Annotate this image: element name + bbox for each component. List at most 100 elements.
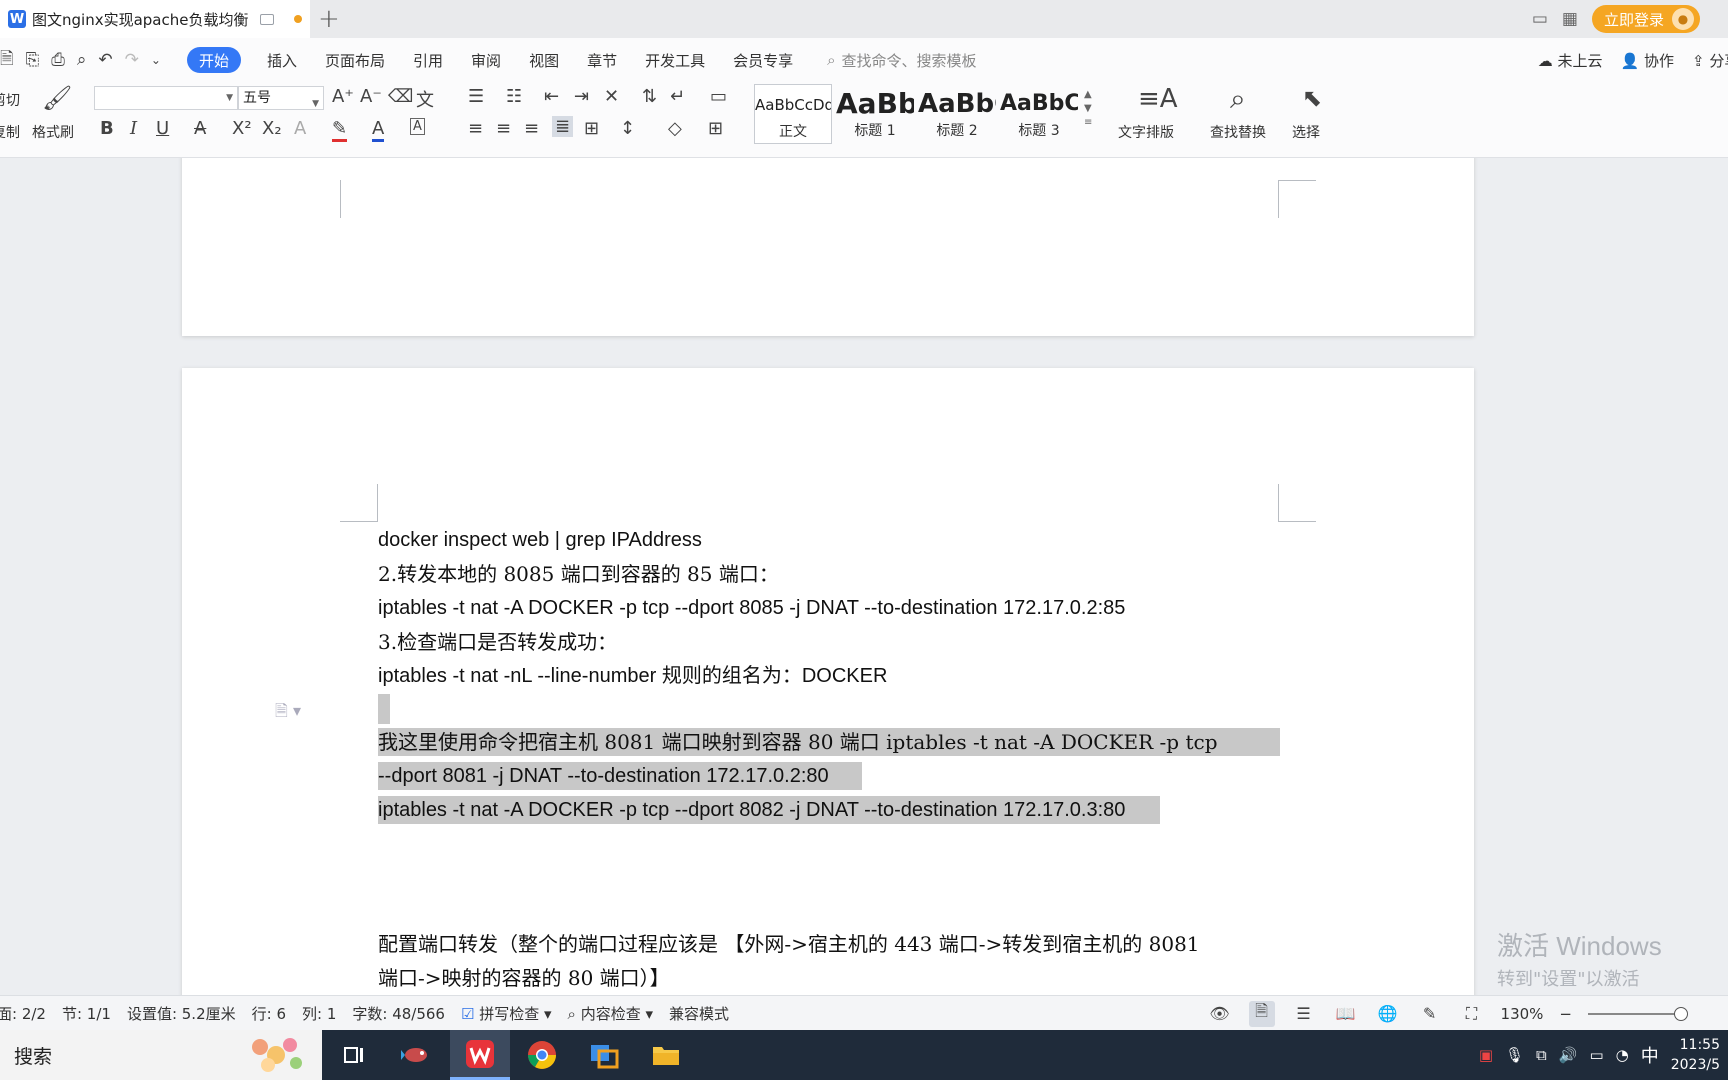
wps-taskbar-icon[interactable] (450, 1030, 510, 1080)
content-check-button[interactable]: ⌕ 内容检查 ▾ (568, 1003, 654, 1024)
battery-icon[interactable]: ▭ (1589, 1046, 1603, 1064)
page-indicator[interactable]: 页面: 2/2 (0, 1003, 46, 1024)
zoom-out-icon[interactable]: − (1559, 1005, 1572, 1023)
borders-icon[interactable]: ⊞ (708, 118, 723, 139)
chrome-icon[interactable] (512, 1030, 572, 1080)
fish-app-icon[interactable] (386, 1030, 446, 1080)
distribute-icon[interactable]: ⊞ (584, 118, 599, 139)
document-tab[interactable]: W 图文nginx实现apache负载均衡 (0, 0, 310, 38)
tab-references[interactable]: 引用 (399, 47, 457, 73)
phonetic-icon[interactable]: 文 (416, 86, 434, 112)
font-size-select[interactable]: 五号 ▼ (238, 86, 324, 110)
shading-icon[interactable]: ◇ (668, 118, 682, 139)
col-indicator[interactable]: 列: 1 (302, 1003, 336, 1024)
cut-button[interactable]: 剪切 (0, 90, 24, 110)
select-button[interactable]: 选择 (1292, 122, 1320, 142)
doc-paragraph[interactable]: 2.转发本地的 8085 端口到容器的 85 端口： (378, 560, 779, 588)
doc-paragraph[interactable]: docker inspect web | grep IPAddress (378, 526, 702, 554)
doc-paragraph[interactable]: 3.检查端口是否转发成功： (378, 628, 617, 656)
tray-app-icon[interactable]: ▣ (1479, 1046, 1493, 1064)
zoom-slider-handle[interactable] (1674, 1006, 1688, 1021)
doc-paragraph-selected[interactable]: 我这里使用命令把宿主机 8081 端口映射到容器 80 端口 iptables … (378, 728, 1280, 756)
remote-desktop-icon[interactable] (574, 1030, 634, 1080)
layout-icon[interactable]: ▭ (1532, 9, 1548, 29)
doc-paragraph-selected[interactable]: --dport 8081 -j DNAT --to-destination 17… (378, 762, 862, 790)
style-heading-2[interactable]: AaBbC 标题 2 (918, 84, 996, 144)
zoom-slider[interactable] (1588, 1006, 1688, 1021)
subscript-icon[interactable]: X₂ (262, 118, 282, 139)
wifi-icon[interactable]: ◔ (1616, 1046, 1629, 1064)
text-layout-button[interactable]: 文字排版 (1118, 122, 1174, 142)
doc-paragraph[interactable]: 配置端口转发（整个的端口过程应该是 【外网->宿主机的 443 端口->转发到宿… (378, 930, 1200, 958)
microphone-icon[interactable]: 🎙 (1505, 1046, 1524, 1064)
row-indicator[interactable]: 行: 6 (252, 1003, 286, 1024)
tab-member[interactable]: 会员专享 (719, 47, 807, 73)
underline-icon[interactable]: U (156, 118, 169, 139)
outline-view-icon[interactable]: ☰ (1291, 1001, 1317, 1027)
share-button[interactable]: ⇪ 分享 (1692, 50, 1728, 71)
justify-icon[interactable]: ≣ (552, 116, 574, 137)
align-center-icon[interactable]: ≡ (496, 118, 511, 139)
section-indicator[interactable]: 节: 1/1 (62, 1003, 111, 1024)
doc-paragraph[interactable]: iptables -t nat -A DOCKER -p tcp --dport… (378, 594, 1125, 622)
clock[interactable]: 11:55 2023/5 (1671, 1035, 1720, 1075)
font-name-select[interactable]: ▼ (94, 86, 238, 110)
copy-button[interactable]: 复制 (0, 122, 24, 142)
web-view-icon[interactable]: 🌐 (1375, 1001, 1401, 1027)
format-painter-icon[interactable]: 🖌 (42, 84, 72, 112)
page-view-icon[interactable]: 🗎 (1248, 1000, 1275, 1027)
ruler-icon[interactable]: ▭ (710, 86, 727, 107)
undo-icon[interactable]: ↶ (98, 50, 112, 70)
tab-page-layout[interactable]: 页面布局 (311, 47, 399, 73)
zoom-level[interactable]: 130% (1501, 1005, 1544, 1023)
doc-paragraph-selected[interactable]: iptables -t nat -A DOCKER -p tcp --dport… (378, 796, 1160, 824)
font-color-icon[interactable]: A (372, 118, 385, 142)
shrink-font-icon[interactable]: A⁻ (360, 86, 382, 107)
task-view-icon[interactable] (324, 1030, 384, 1080)
doc-paragraph[interactable]: iptables -t nat -nL --line-number 规则的组名为… (378, 662, 887, 690)
tab-section[interactable]: 章节 (573, 47, 631, 73)
word-count[interactable]: 字数: 48/566 (352, 1003, 445, 1024)
strikethrough-icon[interactable]: A (194, 118, 206, 139)
command-search[interactable]: ⌕ 查找命令、搜索模板 (827, 50, 976, 71)
text-layout-icon[interactable]: ≡A (1138, 84, 1178, 114)
login-button[interactable]: 立即登录 ● (1591, 5, 1700, 33)
spell-check-button[interactable]: ☑ 拼写检查 ▾ (461, 1003, 552, 1024)
show-marks-icon[interactable]: ↵ (670, 86, 685, 107)
sort-icon[interactable]: ⇅ (642, 86, 657, 107)
align-right-icon[interactable]: ≡ (524, 118, 539, 139)
style-heading-1[interactable]: AaBb 标题 1 (836, 84, 914, 144)
read-view-icon[interactable]: 📖 (1333, 1001, 1359, 1027)
cursor-select-icon[interactable]: ⬉ (1302, 84, 1322, 112)
bold-icon[interactable]: B (100, 118, 114, 139)
superscript-icon[interactable]: X² (232, 118, 252, 139)
redo-icon[interactable]: ↷ (125, 50, 139, 70)
format-painter-button[interactable]: 格式刷 (32, 122, 74, 142)
cloud-status-button[interactable]: ☁ 未上云 (1538, 50, 1603, 71)
file-explorer-icon[interactable] (636, 1030, 696, 1080)
tab-home[interactable]: 开始 (186, 47, 241, 73)
doc-paragraph[interactable]: 端口->映射的容器的 80 端口）】 (378, 964, 670, 992)
style-heading-3[interactable]: AaBbCc 标题 3 (1000, 84, 1078, 144)
volume-icon[interactable]: 🔊 (1559, 1046, 1578, 1064)
numbered-list-icon[interactable]: ☷ (506, 86, 522, 107)
print-preview-icon[interactable]: ⌕ (77, 50, 87, 70)
find-icon[interactable]: ⌕ (1230, 82, 1246, 116)
tab-insert[interactable]: 插入 (253, 47, 311, 73)
collaborate-button[interactable]: 👤 协作 (1621, 50, 1674, 71)
export-icon[interactable]: ⎘ (26, 50, 40, 70)
page-1[interactable] (182, 158, 1474, 336)
eye-protection-icon[interactable]: 👁 (1207, 1001, 1233, 1027)
grow-font-icon[interactable]: A⁺ (332, 86, 354, 107)
setting-indicator[interactable]: 设置值: 5.2厘米 (127, 1003, 236, 1024)
text-effect-icon[interactable]: A (294, 118, 306, 139)
input-method-indicator[interactable]: 中 (1641, 1042, 1659, 1068)
document-canvas[interactable]: docker inspect web | grep IPAddress 2.转发… (0, 158, 1728, 995)
style-normal[interactable]: AaBbCcDd 正文 (754, 84, 832, 144)
line-spacing-icon[interactable]: ↕ (620, 118, 635, 139)
highlight-icon[interactable]: ✎ (332, 118, 348, 142)
save-icon[interactable]: 🗎 (0, 46, 14, 75)
tray-windows-icon[interactable]: ⧉ (1536, 1046, 1547, 1064)
screen-icon[interactable] (260, 13, 275, 25)
tab-review[interactable]: 审阅 (457, 47, 515, 73)
